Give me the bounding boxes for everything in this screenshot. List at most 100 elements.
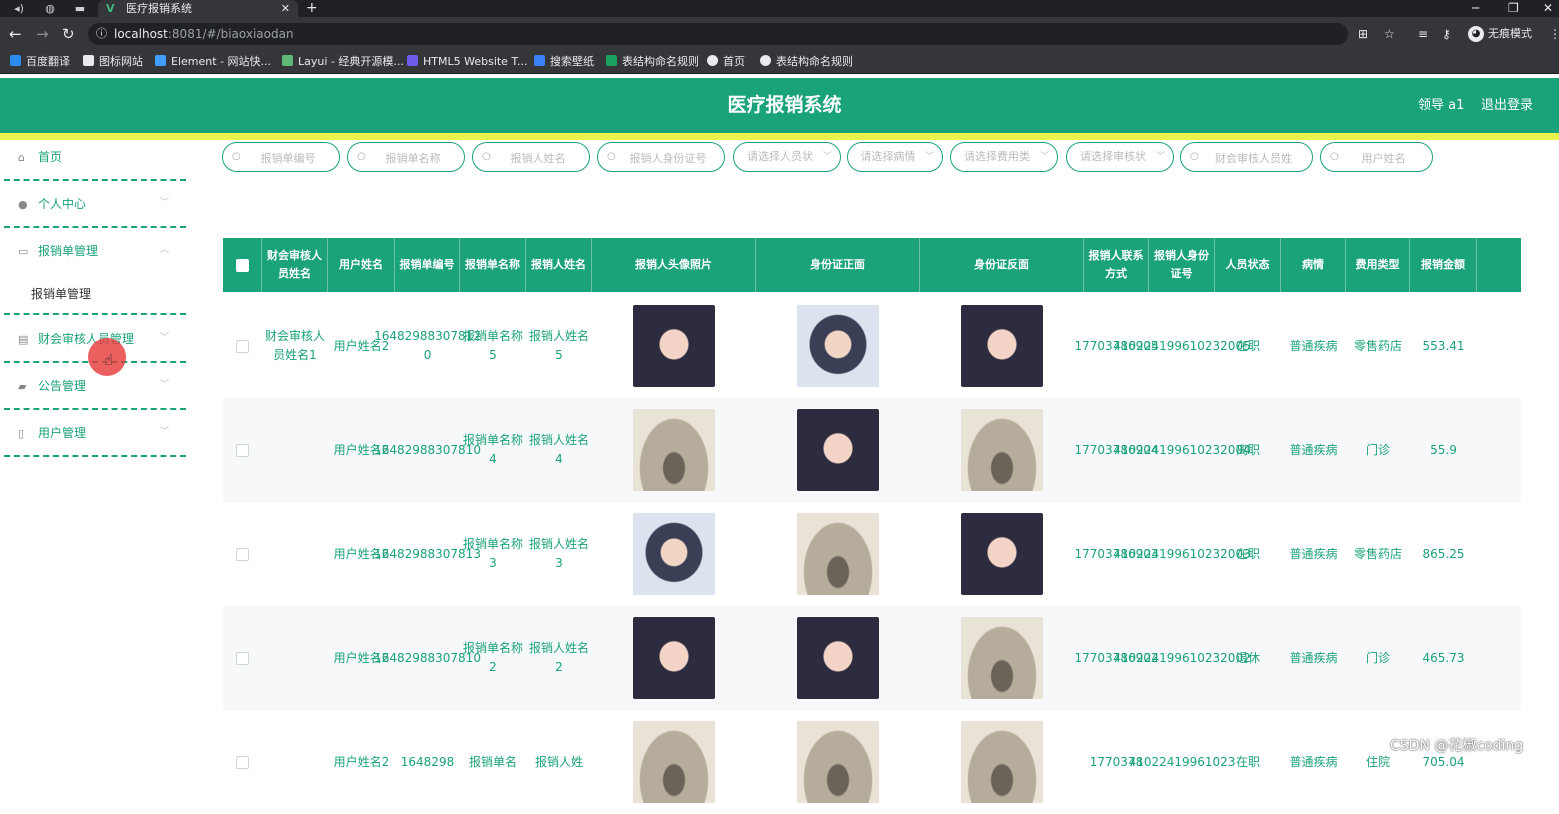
search-input-person[interactable] <box>495 147 581 169</box>
table-header: 财会审核人员姓名 用户姓名 报销单编号 报销单名称 报销人姓名 报销人头像照片 … <box>223 238 1521 292</box>
site-info-icon[interactable]: ⓘ <box>96 23 107 45</box>
translate-icon[interactable]: ⊞ <box>1358 17 1368 51</box>
select-fee-type[interactable]: 请选择费用类 ﹀ <box>950 142 1058 172</box>
id-card-front-image[interactable] <box>797 617 879 699</box>
id-card-back-image[interactable] <box>961 409 1043 491</box>
select-audit-status[interactable]: 请选择审核状 ﹀ <box>1066 142 1174 172</box>
avatar-photo[interactable] <box>633 305 715 387</box>
restore-icon[interactable]: ❐ <box>1508 0 1519 17</box>
bookmark-item[interactable]: Layui - 经典开源模... <box>282 51 404 73</box>
row-checkbox[interactable] <box>236 547 249 561</box>
cell-name: 报销单名称5 <box>463 329 524 362</box>
column-header[interactable]: 身份证反面 <box>920 238 1084 292</box>
bookmark-item[interactable]: Element - 网站快... <box>155 51 271 73</box>
reload-icon[interactable]: ↻ <box>62 17 75 51</box>
select-all-checkbox[interactable] <box>235 258 249 272</box>
avatar-photo[interactable] <box>633 409 715 491</box>
sidebar-item-profile[interactable]: ● 个人中心 ﹀ <box>0 187 186 227</box>
divider <box>4 313 186 315</box>
column-header[interactable]: 报销人头像照片 <box>592 238 756 292</box>
bookmark-star-icon[interactable]: ☆ <box>1384 17 1395 51</box>
logout-link[interactable]: 退出登录 <box>1481 78 1533 133</box>
table-row: 用户姓名2 16482988307810 报销单名称2 报销人姓名2 177037869… <box>223 606 1521 710</box>
chevron-down-icon: ﹀ <box>160 427 170 437</box>
submenu-item-reimbursement[interactable]: 报销单管理 <box>31 285 91 302</box>
id-card-back-image[interactable] <box>961 721 1043 803</box>
bookmark-item[interactable]: 搜索壁纸 <box>534 51 594 73</box>
row-checkbox[interactable] <box>236 651 249 665</box>
sidebar-item-label: 公告管理 <box>38 379 87 393</box>
id-card-front-image[interactable] <box>797 305 879 387</box>
select-person-status[interactable]: 请选择人员状 ﹀ <box>733 142 841 172</box>
row-checkbox[interactable] <box>236 339 249 353</box>
key-icon[interactable]: ⚷ <box>1442 17 1451 51</box>
sidebar-item-reimbursement[interactable]: ▭ 报销单管理 ︿ <box>0 234 186 274</box>
search-field-user[interactable]: ○ <box>1320 142 1433 172</box>
column-header[interactable]: 报销人身份证号 <box>1149 238 1215 292</box>
id-card-back-image[interactable] <box>961 305 1043 387</box>
browser-tab[interactable]: V 医疗报销系统 ✕ <box>98 0 298 17</box>
column-header[interactable]: 病情 <box>1281 238 1346 292</box>
search-input-user[interactable] <box>1343 147 1424 169</box>
column-header[interactable]: 身份证正面 <box>756 238 920 292</box>
search-input-form-no[interactable] <box>245 147 331 169</box>
minimize-icon[interactable]: ─ <box>1472 0 1479 17</box>
bookmark-item[interactable]: 首页 <box>707 51 745 73</box>
cell-amount: 865.25 <box>1422 546 1465 561</box>
column-header[interactable]: 报销人联系方式 <box>1084 238 1149 292</box>
bookmark-item[interactable]: HTML5 Website T... <box>407 51 527 73</box>
search-input-form-name[interactable] <box>370 147 456 169</box>
search-input-auditor[interactable] <box>1203 147 1304 169</box>
close-window-icon[interactable]: ✕ <box>1543 0 1553 17</box>
sidebar-item-notices[interactable]: ▰ 公告管理 ﹀ <box>0 369 186 409</box>
row-checkbox[interactable] <box>236 443 249 457</box>
column-header[interactable]: 报销单编号 <box>395 238 460 292</box>
bookmark-item[interactable]: 表结构命名规则 <box>760 51 853 73</box>
id-card-front-image[interactable] <box>797 721 879 803</box>
id-card-back-image[interactable] <box>961 617 1043 699</box>
incognito-indicator[interactable]: ◕ 无痕模式 <box>1468 26 1532 42</box>
url-field[interactable]: ⓘ localhost:8081/#/biaoxiaodan <box>88 23 1348 45</box>
avatar-photo[interactable] <box>633 721 715 803</box>
avatar-photo[interactable] <box>633 513 715 595</box>
bookmark-item[interactable]: 百度翻译 <box>10 51 70 73</box>
image-cell <box>592 606 756 710</box>
sidebar-item-home[interactable]: ⌂ 首页 <box>0 140 186 180</box>
bookmark-label: Element - 网站快... <box>171 55 271 68</box>
search-field-form-name[interactable]: ○ <box>347 142 465 172</box>
globe-icon[interactable]: ◍ <box>42 1 58 16</box>
audio-icon[interactable]: ◂) <box>12 1 26 16</box>
id-card-front-image[interactable] <box>797 409 879 491</box>
cell-person: 报销人姓名2 <box>529 641 590 674</box>
column-header[interactable]: 人员状态 <box>1215 238 1281 292</box>
close-tab-icon[interactable]: ✕ <box>281 0 290 17</box>
search-field-form-no[interactable]: ○ <box>222 142 340 172</box>
reading-list-icon[interactable]: ≡ <box>1418 17 1428 51</box>
new-tab-icon[interactable]: + <box>306 0 318 17</box>
id-card-front-image[interactable] <box>797 513 879 595</box>
bookmark-item[interactable]: 表结构命名规则 <box>606 51 699 73</box>
more-menu-icon[interactable]: ⋮ <box>1549 17 1559 51</box>
avatar-photo[interactable] <box>633 617 715 699</box>
search-input-id-no[interactable] <box>620 147 716 169</box>
column-header[interactable]: 财会审核人员姓名 <box>262 238 328 292</box>
bookmark-item[interactable]: 图标网站 <box>83 51 143 73</box>
id-card-back-image[interactable] <box>961 513 1043 595</box>
search-field-person[interactable]: ○ <box>472 142 590 172</box>
column-header[interactable]: 报销金额 <box>1410 238 1477 292</box>
row-checkbox[interactable] <box>236 755 249 769</box>
column-header[interactable]: 费用类型 <box>1346 238 1410 292</box>
forward-icon[interactable]: → <box>36 17 49 51</box>
sidebar-item-users[interactable]: ▯ 用户管理 ﹀ <box>0 416 186 456</box>
cell-idno: 410224199610232004 <box>1113 442 1251 457</box>
back-icon[interactable]: ← <box>9 17 22 51</box>
column-header[interactable]: 报销单名称 <box>460 238 526 292</box>
window-icon[interactable]: ▬ <box>72 1 88 16</box>
search-field-auditor[interactable]: ○ <box>1180 142 1313 172</box>
column-header[interactable]: 报销人姓名 <box>526 238 592 292</box>
column-header[interactable]: 用户姓名 <box>328 238 395 292</box>
cell-amount: 705.04 <box>1422 754 1465 769</box>
chevron-down-icon: ﹀ <box>1155 152 1165 162</box>
select-illness[interactable]: 请选择病情 ﹀ <box>847 142 943 172</box>
search-field-id-no[interactable]: ○ <box>597 142 725 172</box>
